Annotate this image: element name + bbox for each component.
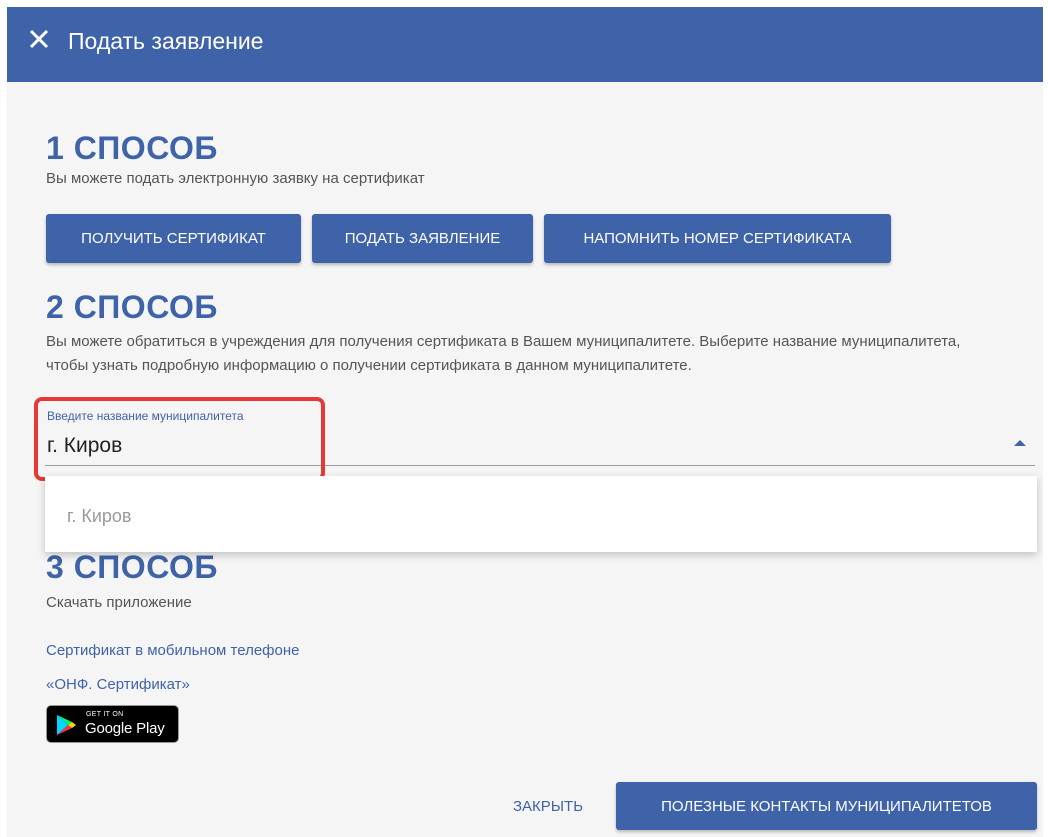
field-underline [45,465,1035,466]
mobile-certificate-text: Сертификат в мобильном телефоне [46,642,300,659]
dialog-titlebar: Подать заявление [7,7,1043,82]
app-name-text: «ОНФ. Сертификат» [46,676,190,693]
submit-application-button[interactable]: ПОДАТЬ ЗАЯВЛЕНИЕ [312,214,533,263]
municipality-dropdown: г. Киров [45,476,1037,552]
badge-small-text: GET IT ON [86,711,124,718]
badge-store-name: Google Play [85,720,165,737]
close-icon[interactable] [29,29,49,49]
dropdown-option[interactable]: г. Киров [45,476,1037,552]
method2-heading: 2 СПОСОБ [46,289,218,325]
dialog-title: Подать заявление [68,28,264,54]
google-play-badge[interactable]: GET IT ON Google Play [46,705,179,743]
method3-description: Скачать приложение [46,594,192,611]
method1-heading: 1 СПОСОБ [46,130,218,166]
method2-description: Вы можете обратиться в учреждения для по… [46,333,961,374]
caret-up-icon[interactable] [1014,440,1026,446]
municipality-field-label: Введите название муниципалитета [47,409,244,423]
dropdown-option-label: г. Киров [67,506,132,526]
method1-description: Вы можете подать электронную заявку на с… [46,170,425,187]
close-button[interactable]: ЗАКРЫТЬ [488,782,608,830]
get-certificate-button[interactable]: ПОЛУЧИТЬ СЕРТИФИКАТ [46,214,301,263]
method3-heading: 3 СПОСОБ [46,549,218,585]
google-play-icon [57,715,76,735]
municipality-contacts-button[interactable]: ПОЛЕЗНЫЕ КОНТАКТЫ МУНИЦИПАЛИТЕТОВ [616,782,1037,830]
municipality-input[interactable] [47,431,987,461]
apply-dialog: Подать заявление 1 СПОСОБ Вы можете пода… [7,7,1043,837]
remind-certificate-number-button[interactable]: НАПОМНИТЬ НОМЕР СЕРТИФИКАТА [544,214,891,263]
